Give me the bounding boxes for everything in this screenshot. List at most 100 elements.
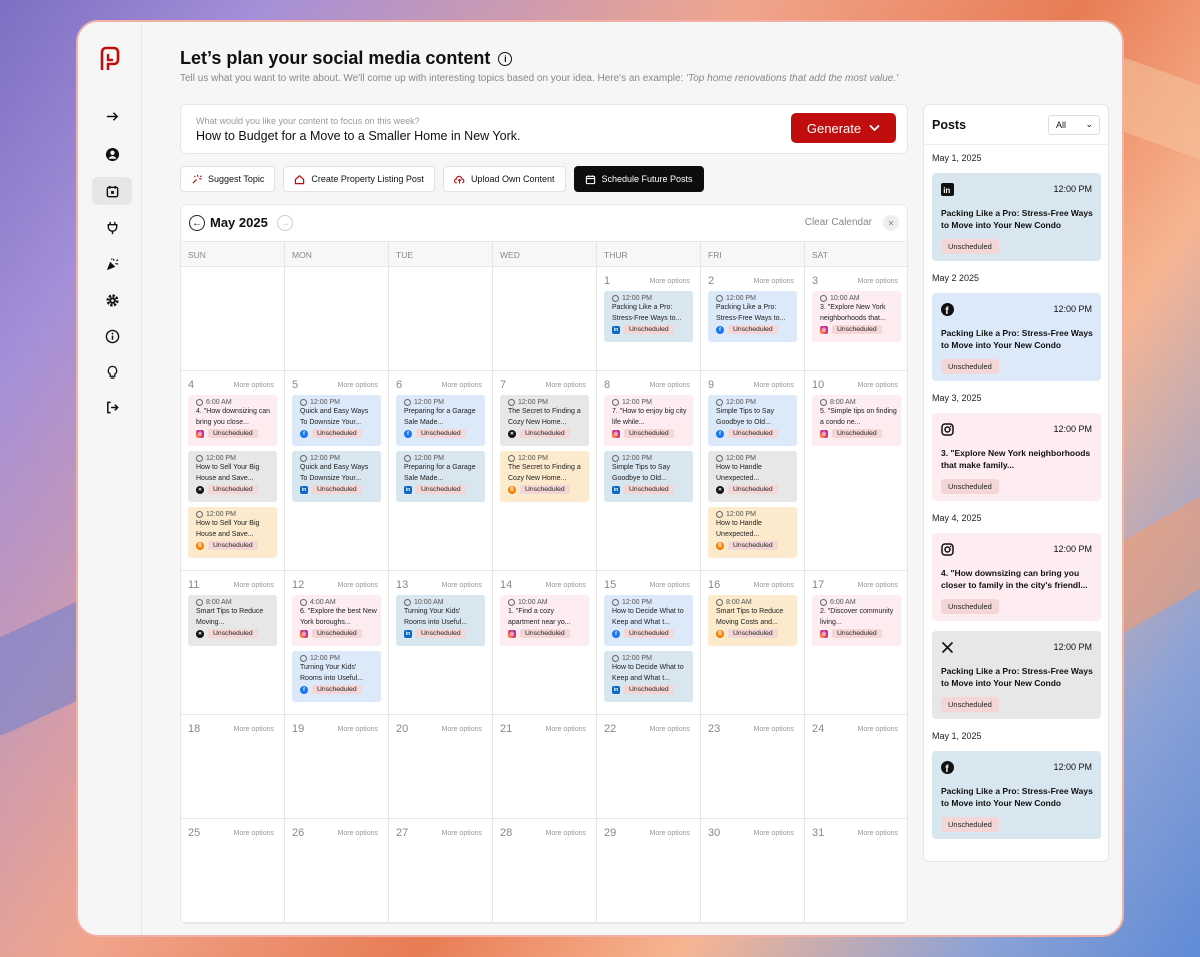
calendar-day-cell[interactable]: 22 More options (597, 715, 701, 818)
calendar-post-card[interactable]: 8:00 AM 5. "Simple tips on finding a cond… (812, 395, 901, 446)
calendar-day-cell[interactable]: 9 More options 12:00 PM Simple Tips to Say … (701, 371, 805, 570)
logout-icon[interactable] (92, 393, 132, 421)
calendar-icon[interactable] (92, 177, 132, 205)
info-icon[interactable]: i (498, 51, 513, 66)
more-options-link[interactable]: More options (546, 726, 586, 733)
post-card[interactable]: in 12:00 PM Packing Like a Pro: Stress-Fre… (932, 173, 1101, 261)
calendar-day-cell[interactable]: 10 More options 8:00 AM 5. "Simple tips on … (805, 371, 907, 570)
more-options-link[interactable]: More options (442, 582, 482, 589)
calendar-day-cell[interactable]: 23 More options (701, 715, 805, 818)
more-options-link[interactable]: More options (754, 726, 794, 733)
more-options-link[interactable]: More options (546, 582, 586, 589)
more-options-link[interactable]: More options (650, 726, 690, 733)
more-options-link[interactable]: More options (338, 726, 378, 733)
calendar-day-cell[interactable]: 27 More options (389, 819, 493, 922)
more-options-link[interactable]: More options (442, 382, 482, 389)
calendar-day-cell[interactable]: 16 More options 8:00 AM Smart Tips to Reduc… (701, 571, 805, 714)
calendar-post-card[interactable]: 12:00 PM Quick and Easy Ways To Downsize … (292, 451, 381, 502)
user-icon[interactable] (92, 140, 132, 168)
prev-month-icon[interactable]: ← (189, 215, 205, 231)
calendar-post-card[interactable]: 12:00 PM How to Decide What to Keep and W… (604, 595, 693, 646)
suggest-topic-button[interactable]: Suggest Topic (180, 166, 276, 192)
more-options-link[interactable]: More options (858, 726, 898, 733)
more-options-link[interactable]: More options (546, 382, 586, 389)
post-card[interactable]: 12:00 PM 4. "How downsizing can bring you… (932, 533, 1101, 621)
more-options-link[interactable]: More options (858, 278, 898, 285)
calendar-day-cell[interactable]: 7 More options 12:00 PM The Secret to Findi… (493, 371, 597, 570)
calendar-day-cell[interactable]: 15 More options 12:00 PM How to Decide What… (597, 571, 701, 714)
calendar-post-card[interactable]: 10:00 AM 3. "Explore New York neighborhoo… (812, 291, 901, 342)
post-card[interactable]: 12:00 PM Packing Like a Pro: Stress-Free … (932, 631, 1101, 719)
calendar-post-card[interactable]: 12:00 PM Preparing for a Garage Sale Made… (396, 395, 485, 446)
calendar-day-cell[interactable]: 11 More options 8:00 AM Smart Tips to Reduc… (181, 571, 285, 714)
calendar-post-card[interactable]: 8:00 AM Smart Tips to Reduce Moving... ✕ Un… (188, 595, 277, 646)
more-options-link[interactable]: More options (234, 726, 274, 733)
calendar-post-card[interactable]: 12:00 PM The Secret to Finding a Cozy New… (500, 395, 589, 446)
more-options-link[interactable]: More options (650, 582, 690, 589)
calendar-day-cell[interactable]: 13 More options 10:00 AM Turning Your Kids'… (389, 571, 493, 714)
calendar-day-cell[interactable]: 6 More options 12:00 PM Preparing for a Gar… (389, 371, 493, 570)
calendar-day-cell[interactable]: 4 More options 6:00 AM 4. "How downsizing c… (181, 371, 285, 570)
calendar-post-card[interactable]: 12:00 PM Preparing for a Garage Sale Made… (396, 451, 485, 502)
calendar-day-cell[interactable]: 21 More options (493, 715, 597, 818)
posts-filter-select[interactable]: All ⌄ (1048, 115, 1100, 135)
calendar-post-card[interactable]: 12:00 PM Turning Your Kids' Rooms into Us… (292, 651, 381, 702)
calendar-post-card[interactable]: 12:00 PM Simple Tips to Say Goodbye to Ol… (604, 451, 693, 502)
more-options-link[interactable]: More options (754, 582, 794, 589)
more-options-link[interactable]: More options (858, 382, 898, 389)
more-options-link[interactable]: More options (234, 382, 274, 389)
more-options-link[interactable]: More options (650, 278, 690, 285)
calendar-post-card[interactable]: 12:00 PM The Secret to Finding a Cozy New… (500, 451, 589, 502)
more-options-link[interactable]: More options (234, 830, 274, 837)
more-options-link[interactable]: More options (754, 382, 794, 389)
calendar-day-cell[interactable]: 17 More options 6:00 AM 2. "Discover commun… (805, 571, 907, 714)
calendar-post-card[interactable]: 12:00 PM Simple Tips to Say Goodbye to Ol… (708, 395, 797, 446)
calendar-post-card[interactable]: 12:00 PM How to Handle Unexpected... B Unsc… (708, 507, 797, 558)
post-card[interactable]: f 12:00 PM Packing Like a Pro: Stress-Free… (932, 293, 1101, 381)
party-popper-icon[interactable] (92, 250, 132, 278)
calendar-day-cell[interactable]: 25 More options (181, 819, 285, 922)
clear-calendar-button[interactable]: Clear Calendar (805, 217, 872, 228)
calendar-post-card[interactable]: 10:00 AM Turning Your Kids' Rooms into Us… (396, 595, 485, 646)
calendar-day-cell[interactable]: 20 More options (389, 715, 493, 818)
info-circle-icon[interactable] (92, 322, 132, 350)
schedule-future-button[interactable]: Schedule Future Posts (573, 166, 704, 192)
calendar-day-cell[interactable]: 24 More options (805, 715, 907, 818)
calendar-day-cell[interactable]: 19 More options (285, 715, 389, 818)
more-options-link[interactable]: More options (442, 726, 482, 733)
more-options-link[interactable]: More options (754, 278, 794, 285)
calendar-post-card[interactable]: 8:00 AM Smart Tips to Reduce Moving Costs… (708, 595, 797, 646)
upload-content-button[interactable]: Upload Own Content (442, 166, 566, 192)
calendar-day-cell[interactable]: 18 More options (181, 715, 285, 818)
more-options-link[interactable]: More options (338, 582, 378, 589)
more-options-link[interactable]: More options (650, 830, 690, 837)
calendar-day-cell[interactable]: 1 More options 12:00 PM Packing Like a Pro:… (597, 267, 701, 370)
calendar-post-card[interactable]: 12:00 PM How to Sell Your Big House and S… (188, 507, 277, 558)
calendar-day-cell[interactable]: 12 More options 4:00 AM 6. "Explore the bes… (285, 571, 389, 714)
calendar-day-cell[interactable]: 30 More options (701, 819, 805, 922)
more-options-link[interactable]: More options (338, 382, 378, 389)
arrow-right-icon[interactable] (92, 102, 132, 130)
calendar-day-cell[interactable]: 8 More options 12:00 PM 7. "How to enjoy bi… (597, 371, 701, 570)
next-month-icon[interactable]: → (277, 215, 293, 231)
more-options-link[interactable]: More options (650, 382, 690, 389)
calendar-day-cell[interactable]: 2 More options 12:00 PM Packing Like a Pro:… (701, 267, 805, 370)
calendar-post-card[interactable]: 6:00 AM 2. "Discover community living... ◎… (812, 595, 901, 646)
calendar-day-cell[interactable]: 26 More options (285, 819, 389, 922)
calendar-post-card[interactable]: 6:00 AM 4. "How downsizing can bring you … (188, 395, 277, 446)
calendar-post-card[interactable]: 12:00 PM How to Sell Your Big House and S… (188, 451, 277, 502)
create-listing-button[interactable]: Create Property Listing Post (283, 166, 435, 192)
calendar-post-card[interactable]: 12:00 PM Quick and Easy Ways To Downsize … (292, 395, 381, 446)
more-options-link[interactable]: More options (754, 830, 794, 837)
plug-icon[interactable] (92, 213, 132, 241)
calendar-post-card[interactable]: 12:00 PM How to Handle Unexpected... ✕ Unsc… (708, 451, 797, 502)
more-options-link[interactable]: More options (858, 830, 898, 837)
calendar-post-card[interactable]: 12:00 PM Packing Like a Pro: Stress-Free … (708, 291, 797, 342)
calendar-day-cell[interactable]: 14 More options 10:00 AM 1. "Find a cozy ap… (493, 571, 597, 714)
calendar-post-card[interactable]: 12:00 PM 7. "How to enjoy big city life w… (604, 395, 693, 446)
prompt-box[interactable]: What would you like your content to focu… (180, 104, 908, 154)
gear-icon[interactable] (92, 286, 132, 314)
calendar-post-card[interactable]: 4:00 AM 6. "Explore the best New York bor… (292, 595, 381, 646)
collapse-icon[interactable]: ✕ (883, 215, 899, 231)
post-card[interactable]: 12:00 PM 3. "Explore New York neighborhoo… (932, 413, 1101, 501)
